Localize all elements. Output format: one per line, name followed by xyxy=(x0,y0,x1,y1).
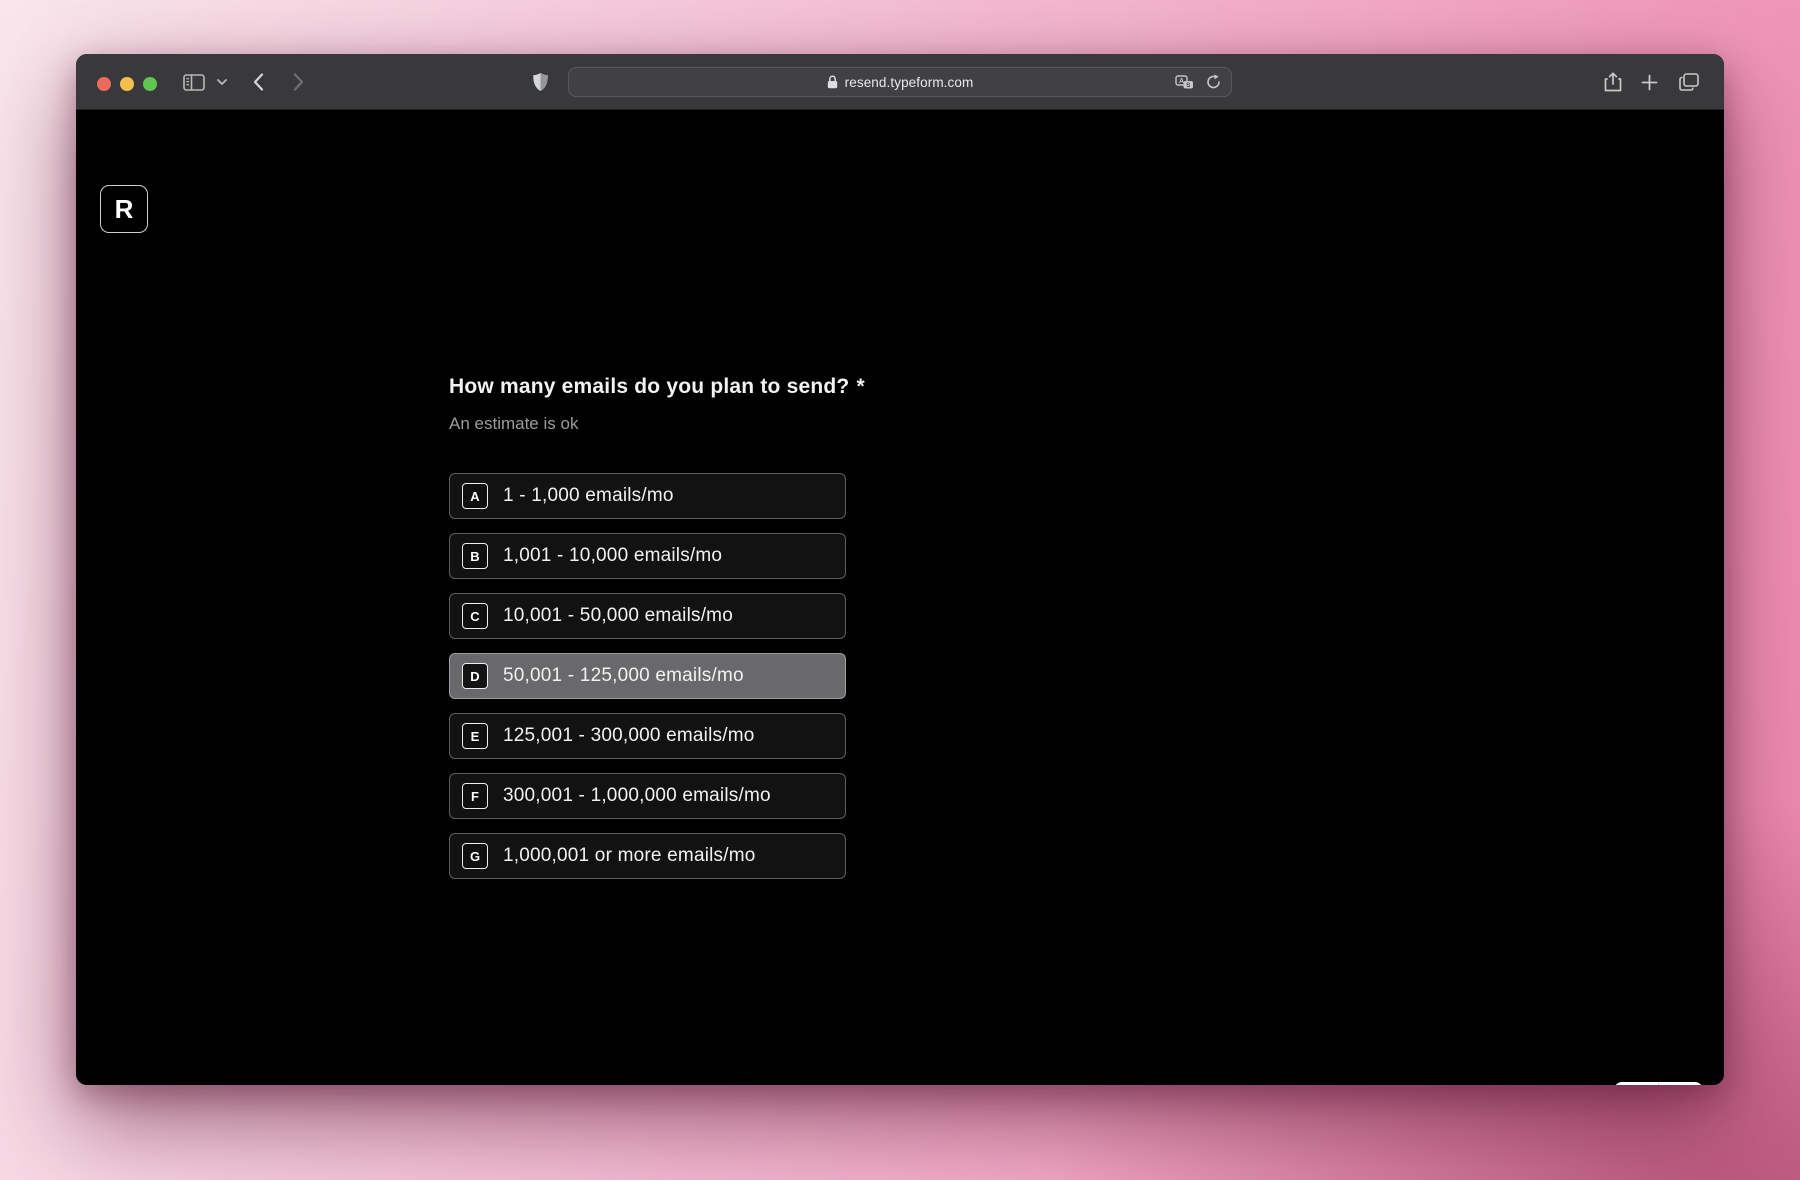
form-nav-buttons xyxy=(1614,1082,1703,1085)
browser-toolbar: resend.typeform.com A S xyxy=(76,54,1724,110)
option-label: 1,000,001 or more emails/mo xyxy=(503,845,756,867)
option-row-C[interactable]: C 10,001 - 50,000 emails/mo xyxy=(449,593,846,639)
page-content: R How many emails do you plan to send? * … xyxy=(76,111,1724,1085)
reload-icon[interactable] xyxy=(1206,74,1221,90)
new-tab-icon[interactable] xyxy=(1636,54,1662,110)
next-question-button[interactable] xyxy=(1659,1082,1703,1085)
svg-text:S: S xyxy=(1186,82,1190,88)
option-key-badge: D xyxy=(462,663,488,689)
resend-logo: R xyxy=(100,185,148,233)
option-row-D[interactable]: D 50,001 - 125,000 emails/mo xyxy=(449,653,846,699)
question-block: How many emails do you plan to send? * An… xyxy=(449,375,1149,434)
options-list: A 1 - 1,000 emails/mo B 1,001 - 10,000 e… xyxy=(449,473,846,879)
option-row-E[interactable]: E 125,001 - 300,000 emails/mo xyxy=(449,713,846,759)
option-label: 1,001 - 10,000 emails/mo xyxy=(503,545,722,567)
translate-icon[interactable]: A S xyxy=(1175,75,1194,90)
back-icon[interactable] xyxy=(244,54,272,110)
option-label: 10,001 - 50,000 emails/mo xyxy=(503,605,733,627)
question-title-text: How many emails do you plan to send? xyxy=(449,375,849,398)
option-key-badge: G xyxy=(462,843,488,869)
option-row-G[interactable]: G 1,000,001 or more emails/mo xyxy=(449,833,846,879)
previous-question-button[interactable] xyxy=(1614,1082,1658,1085)
address-bar-actions: A S xyxy=(1175,68,1221,96)
close-window-button[interactable] xyxy=(97,77,111,91)
option-key-badge: C xyxy=(462,603,488,629)
svg-text:A: A xyxy=(1179,78,1184,85)
option-label: 300,001 - 1,000,000 emails/mo xyxy=(503,785,771,807)
address-bar[interactable]: resend.typeform.com A S xyxy=(568,67,1232,97)
chevron-down-icon[interactable] xyxy=(212,54,232,110)
required-asterisk: * xyxy=(856,375,864,398)
forward-icon xyxy=(284,54,312,110)
lock-icon xyxy=(827,75,838,89)
option-label: 125,001 - 300,000 emails/mo xyxy=(503,725,755,747)
option-label: 1 - 1,000 emails/mo xyxy=(503,485,674,507)
option-row-F[interactable]: F 300,001 - 1,000,000 emails/mo xyxy=(449,773,846,819)
option-row-B[interactable]: B 1,001 - 10,000 emails/mo xyxy=(449,533,846,579)
question-subtitle: An estimate is ok xyxy=(449,414,1149,434)
tab-overview-icon[interactable] xyxy=(1674,54,1704,110)
option-key-badge: E xyxy=(462,723,488,749)
minimize-window-button[interactable] xyxy=(120,77,134,91)
address-bar-center: resend.typeform.com xyxy=(827,75,974,90)
sidebar-icon[interactable] xyxy=(180,54,208,110)
option-key-badge: F xyxy=(462,783,488,809)
zoom-window-button[interactable] xyxy=(143,77,157,91)
question-title: How many emails do you plan to send? * xyxy=(449,375,1149,399)
option-key-badge: A xyxy=(462,483,488,509)
option-key-badge: B xyxy=(462,543,488,569)
url-text: resend.typeform.com xyxy=(845,75,974,90)
desktop: { "browser": { "url": "resend.typeform.c… xyxy=(0,0,1800,1180)
share-icon[interactable] xyxy=(1599,54,1627,110)
option-label: 50,001 - 125,000 emails/mo xyxy=(503,665,744,687)
browser-window: resend.typeform.com A S xyxy=(76,54,1724,1085)
shield-icon[interactable] xyxy=(526,54,554,110)
option-row-A[interactable]: A 1 - 1,000 emails/mo xyxy=(449,473,846,519)
